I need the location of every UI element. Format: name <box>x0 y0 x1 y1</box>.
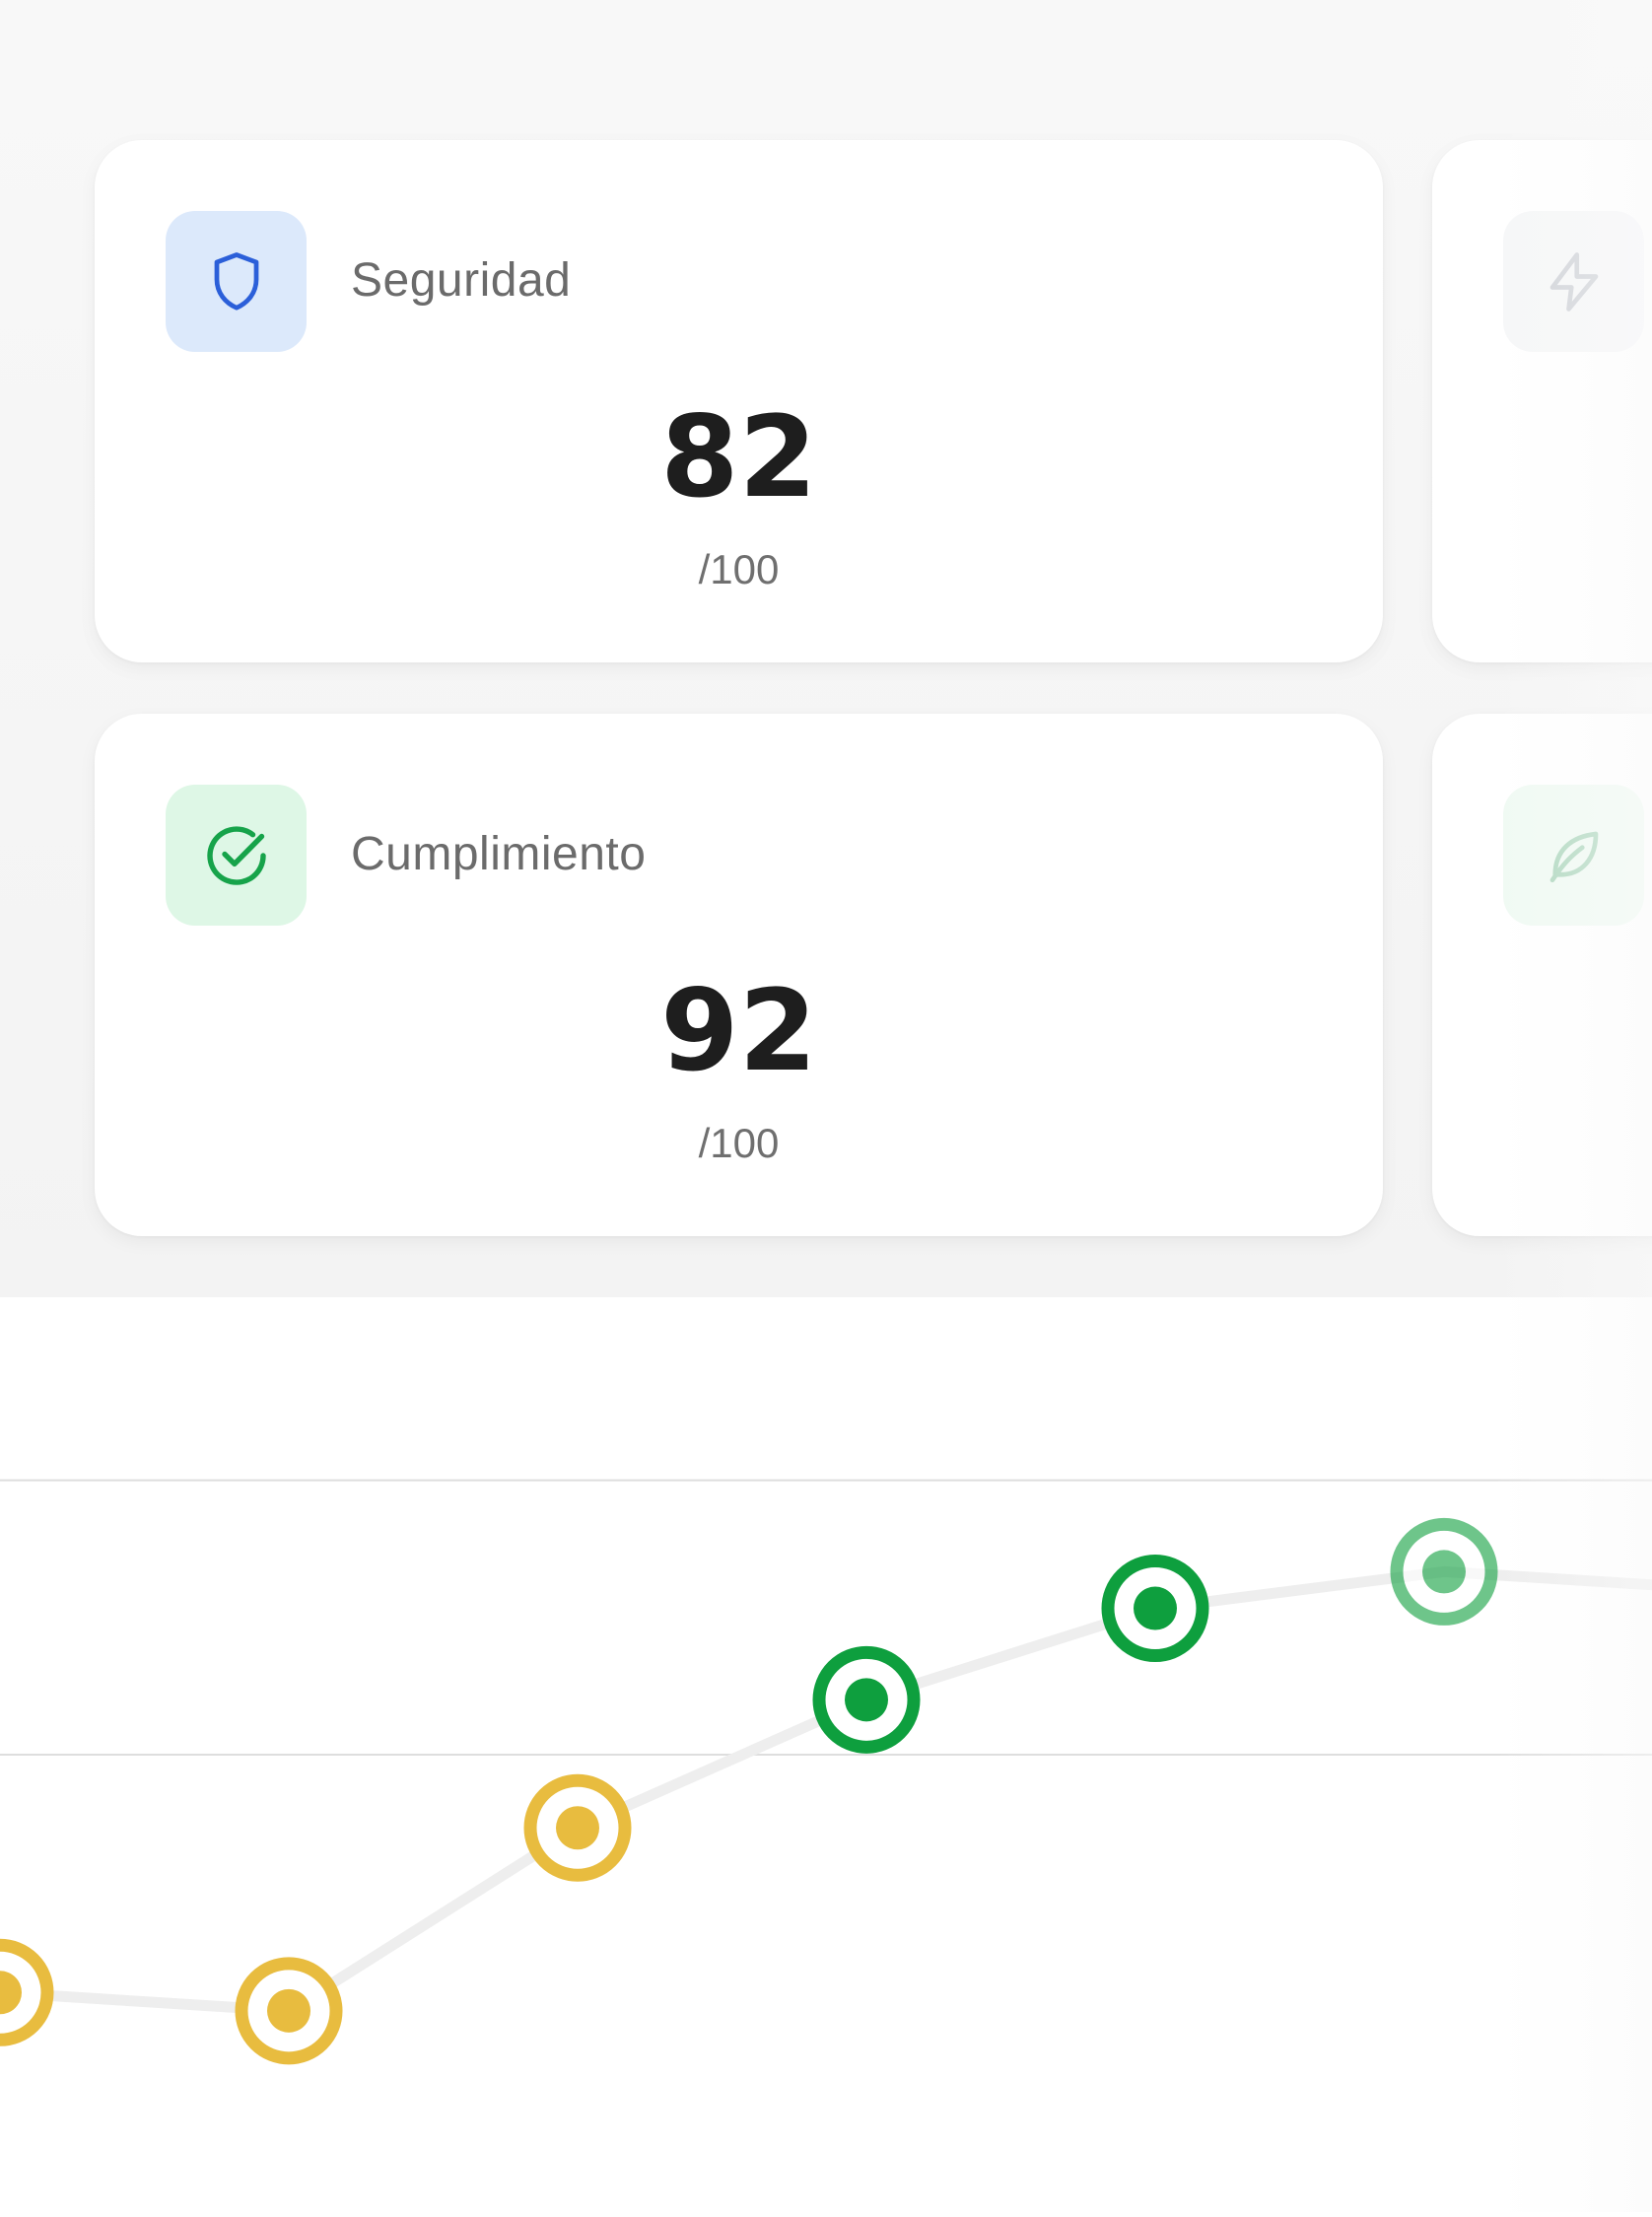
card-label: Seguridad <box>351 254 572 307</box>
chart-point[interactable] <box>0 1938 54 2046</box>
sustainability-icon-badge <box>1503 785 1644 926</box>
score-unit: /100 <box>698 546 780 592</box>
score-trend-chart <box>0 1297 1652 2212</box>
check-circle-icon <box>206 825 266 885</box>
performance-icon-badge <box>1503 211 1644 352</box>
compliance-score-card[interactable]: Cumplimiento 92 /100 <box>95 714 1383 1236</box>
security-icon-badge <box>166 211 307 352</box>
lightning-icon <box>1549 251 1598 312</box>
compliance-icon-badge <box>166 785 307 926</box>
performance-score-card[interactable] <box>1432 140 1652 662</box>
score-value: 82 <box>660 391 817 522</box>
sustainability-score-card[interactable] <box>1432 714 1652 1236</box>
shield-icon <box>214 251 258 311</box>
card-label: Cumplimiento <box>351 828 647 880</box>
score-trend-plot <box>0 1479 1652 2065</box>
chart-point[interactable] <box>1101 1555 1209 1663</box>
security-score-card[interactable]: Seguridad 82 /100 <box>95 140 1383 662</box>
score-unit: /100 <box>698 1120 780 1166</box>
leaf-icon <box>1549 831 1598 882</box>
chart-point[interactable] <box>235 1957 343 2065</box>
chart-point[interactable] <box>1390 1517 1498 1626</box>
score-value: 92 <box>660 965 817 1096</box>
chart-point[interactable] <box>812 1645 921 1754</box>
chart-point[interactable] <box>523 1773 632 1882</box>
chart-series-line <box>0 1565 1652 2017</box>
